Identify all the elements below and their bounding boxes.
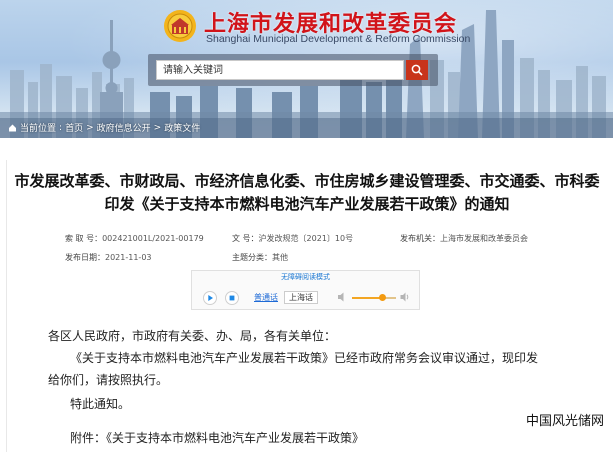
meta-doc-label: 文 号：: [232, 234, 259, 243]
salutation-text: 各区人民政府，市政府有关委、办、局，各有关单位：: [48, 329, 337, 343]
search-bar: [148, 54, 438, 86]
meta-date-label: 发布日期：: [65, 253, 105, 262]
mandarin-voice-option[interactable]: 普通话: [254, 292, 278, 303]
volume-high-icon[interactable]: [400, 291, 410, 303]
meta-date-value: 2021-11-03: [105, 253, 152, 262]
breadcrumb-home-link[interactable]: 首页: [65, 121, 83, 134]
breadcrumb: 当前位置 : 首页 > 政府信息公开 > 政策文件: [8, 121, 200, 134]
search-button[interactable]: [406, 60, 428, 80]
search-input[interactable]: [156, 60, 404, 80]
accessibility-reading-link[interactable]: 无障碍阅读模式: [192, 272, 419, 282]
breadcrumb-separator: >: [86, 122, 94, 133]
play-icon[interactable]: [203, 291, 217, 305]
breadcrumb-policy-link[interactable]: 政策文件: [164, 121, 200, 134]
meta-issuer-label: 发布机关：: [400, 234, 440, 243]
site-watermark: 中国风光储网: [526, 414, 605, 429]
meta-issuer-value: 上海市发展和改革委员会: [440, 234, 528, 243]
meta-doc-number: 文 号：沪发改规范〔2021〕10号: [232, 233, 353, 244]
search-icon: [411, 64, 423, 76]
shanghainese-voice-option[interactable]: 上海话: [284, 291, 318, 304]
meta-date: 发布日期：2021-11-03: [65, 252, 152, 263]
content-left-border: [6, 160, 7, 452]
audio-reader-player: 无障碍阅读模式 普通话 上海话: [191, 270, 420, 310]
stop-icon[interactable]: [225, 291, 239, 305]
meta-index: 索 取 号：002421001L/2021-00179: [65, 233, 204, 244]
body-paragraph-line-2: 给你们，请按照执行。: [48, 373, 169, 387]
attachment-link[interactable]: 附件：《关于支持本市燃料电池汽车产业发展若干政策》: [70, 428, 364, 448]
breadcrumb-separator: >: [153, 122, 162, 133]
article-title: 市发展改革委、市财政局、市经济信息化委、市住房城乡建设管理委、市交通委、市科委印…: [14, 172, 600, 213]
home-icon: [9, 124, 16, 132]
meta-category: 主题分类：其他: [232, 252, 288, 263]
meta-issuer: 发布机关：上海市发展和改革委员会: [400, 233, 528, 244]
volume-slider-fill: [352, 297, 383, 299]
meta-index-label: 索 取 号：: [65, 234, 103, 243]
header-banner: 上海市发展和改革委员会 Shanghai Municipal Developme…: [0, 0, 613, 138]
breadcrumb-current-label: 当前位置: [20, 124, 57, 134]
site-subtitle: Shanghai Municipal Development & Reform …: [206, 33, 471, 45]
meta-index-value: 002421001L/2021-00179: [102, 234, 204, 243]
breadcrumb-info-link[interactable]: 政府信息公开: [97, 121, 151, 134]
volume-slider[interactable]: [352, 294, 396, 301]
volume-low-icon[interactable]: [337, 291, 347, 303]
breadcrumb-separator: :: [59, 122, 63, 133]
meta-category-value: 其他: [272, 253, 288, 262]
volume-slider-knob[interactable]: [379, 294, 387, 301]
meta-category-label: 主题分类：: [232, 253, 272, 262]
government-emblem-icon: [164, 10, 196, 42]
body-paragraph-line-1: 《关于支持本市燃料电池汽车产业发展若干政策》已经市政府常务会议审议通过，现印发: [70, 351, 539, 365]
closing-notice: 特此通知。: [70, 397, 131, 411]
meta-doc-value: 沪发改规范〔2021〕10号: [258, 234, 354, 243]
